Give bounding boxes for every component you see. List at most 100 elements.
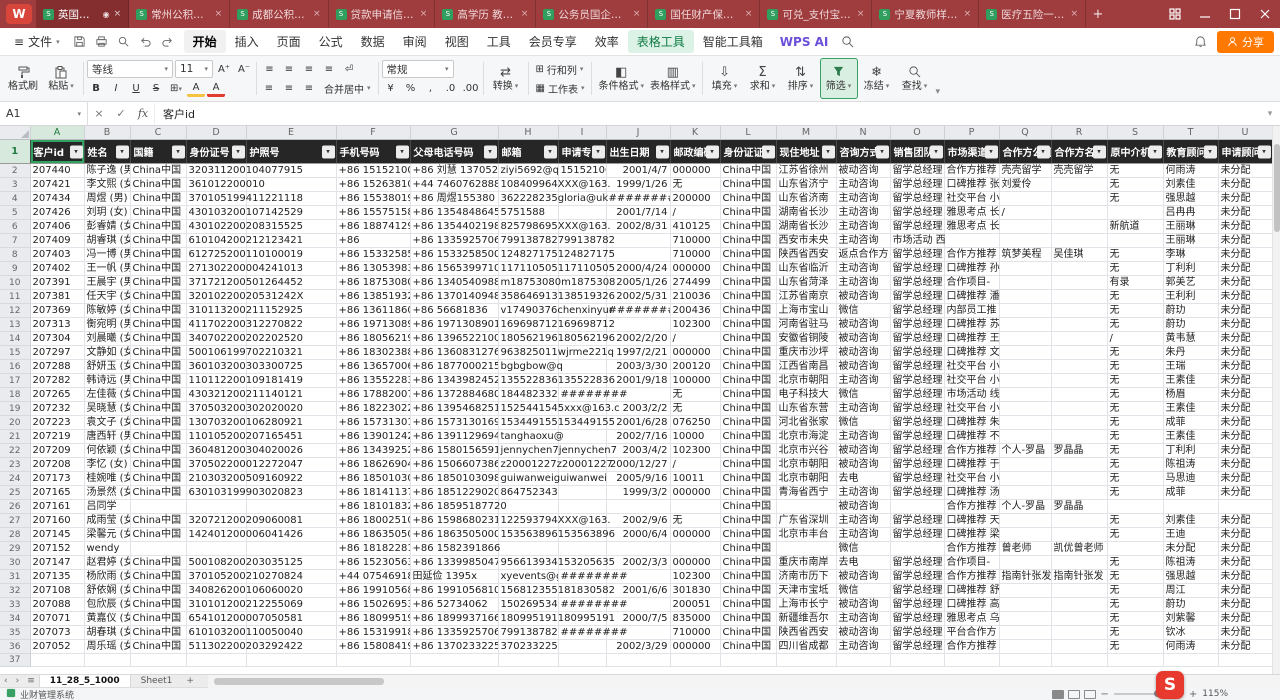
- pin-icon[interactable]: ◉: [103, 10, 110, 19]
- filter-dropdown-icon[interactable]: ▾: [396, 145, 409, 158]
- print-preview-icon[interactable]: [114, 32, 134, 52]
- cell-F28[interactable]: +86 18635050: [336, 528, 410, 542]
- cell-G6[interactable]: +86 1354402198: [410, 220, 498, 234]
- file-tab-4[interactable]: S高学历 教师.xlsx×: [435, 0, 536, 28]
- cell-T11[interactable]: 王利利: [1163, 290, 1218, 304]
- cell-D24[interactable]: 210303200509160922: [186, 472, 246, 486]
- cell-U14[interactable]: 未分配: [1218, 332, 1272, 346]
- increase-font-button[interactable]: A⁺: [215, 61, 233, 78]
- cell-G10[interactable]: +86 1340540988: [410, 276, 498, 290]
- cell-R16[interactable]: [1051, 360, 1107, 374]
- column-header-Q[interactable]: Q: [999, 126, 1051, 140]
- cell-P7[interactable]: [944, 234, 999, 248]
- cell-H16[interactable]: bgbgbow@q: [498, 360, 558, 374]
- cell-F13[interactable]: +86 19713089: [336, 318, 410, 332]
- cell-G14[interactable]: +86 1396522100: [410, 332, 498, 346]
- cell-U17[interactable]: 未分配: [1218, 374, 1272, 388]
- cell-D31[interactable]: 370105200210270824: [186, 570, 246, 584]
- cell-Q7[interactable]: [999, 234, 1051, 248]
- cell-N3[interactable]: 主动咨询: [836, 178, 890, 192]
- cell-K16[interactable]: 200120: [670, 360, 720, 374]
- search-icon[interactable]: [836, 31, 858, 53]
- cell-F20[interactable]: +86 15731301: [336, 416, 410, 430]
- cell-M28[interactable]: 北京市丰台: [776, 528, 836, 542]
- file-tab-7[interactable]: S可兑_支付宝+滴滴...×: [760, 0, 872, 28]
- vertical-scrollbar-thumb[interactable]: [1274, 144, 1280, 232]
- cell-L23[interactable]: China中国: [720, 458, 776, 472]
- cell-N27[interactable]: 主动咨询: [836, 514, 890, 528]
- cell-U26[interactable]: [1218, 500, 1272, 514]
- cell-A3[interactable]: 207421: [30, 178, 84, 192]
- cell-G9[interactable]: +86 1565399710: [410, 262, 498, 276]
- cell-Q26[interactable]: 个人-罗晶: [999, 500, 1051, 514]
- cell-U28[interactable]: 未分配: [1218, 528, 1272, 542]
- cell-F16[interactable]: +86 13657006: [336, 360, 410, 374]
- column-header-J[interactable]: J: [606, 126, 670, 140]
- cell-G32[interactable]: +86 1991056810: [410, 584, 498, 598]
- notification-bell-icon[interactable]: [1189, 31, 1211, 53]
- row-header-24[interactable]: 24: [0, 472, 30, 486]
- cell-P1[interactable]: 市场渠道▾: [944, 140, 999, 164]
- cell-K35[interactable]: 710000: [670, 626, 720, 640]
- cell-D16[interactable]: 360103200303300725: [186, 360, 246, 374]
- cell-Q1[interactable]: 合作方公司▾: [999, 140, 1051, 164]
- undo-icon[interactable]: [136, 32, 156, 52]
- row-header-36[interactable]: 36: [0, 640, 30, 654]
- borders-button[interactable]: ⊞▾: [167, 80, 185, 97]
- cell-R34[interactable]: [1051, 612, 1107, 626]
- cell-L2[interactable]: China中国: [720, 164, 776, 178]
- cell-B13[interactable]: 衡宛明 (男: [84, 318, 130, 332]
- cell-B7[interactable]: 胡睿琪 (女: [84, 234, 130, 248]
- cell-F4[interactable]: +86 15538019: [336, 192, 410, 206]
- cell-U1[interactable]: 申请顾问▾: [1218, 140, 1272, 164]
- cell-F24[interactable]: +86 18501030: [336, 472, 410, 486]
- column-header-M[interactable]: M: [776, 126, 836, 140]
- cell-O18[interactable]: 留学总经理: [890, 388, 944, 402]
- cell-N32[interactable]: 微信: [836, 584, 890, 598]
- cell-A35[interactable]: 207073: [30, 626, 84, 640]
- cell-O26[interactable]: [890, 500, 944, 514]
- cell-G8[interactable]: +86 1533258500: [410, 248, 498, 262]
- column-header-U[interactable]: U: [1218, 126, 1272, 140]
- row-header-29[interactable]: 29: [0, 542, 30, 556]
- cell-Q20[interactable]: [999, 416, 1051, 430]
- cell-T13[interactable]: 蔚玏: [1163, 318, 1218, 332]
- cell-M16[interactable]: 江西省南昌: [776, 360, 836, 374]
- cell-R30[interactable]: [1051, 556, 1107, 570]
- cell-S25[interactable]: 无: [1107, 486, 1163, 500]
- cell-C12[interactable]: China中国: [130, 304, 186, 318]
- cell-A21[interactable]: 207219: [30, 430, 84, 444]
- cell-C19[interactable]: China中国: [130, 402, 186, 416]
- cell-U7[interactable]: 未分配: [1218, 234, 1272, 248]
- menu-item-10[interactable]: 表格工具: [628, 30, 694, 53]
- cell-J10[interactable]: 2005/1/26: [606, 276, 670, 290]
- cell-O10[interactable]: 留学总经理: [890, 276, 944, 290]
- cell-C32[interactable]: China中国: [130, 584, 186, 598]
- cell-Q6[interactable]: [999, 220, 1051, 234]
- row-header-22[interactable]: 22: [0, 444, 30, 458]
- cell-O20[interactable]: 留学总经理: [890, 416, 944, 430]
- cell-G28[interactable]: +86 1863505000: [410, 528, 498, 542]
- page-layout-view-icon[interactable]: [1068, 690, 1080, 699]
- cell-P32[interactable]: 口碑推荐 舒: [944, 584, 999, 598]
- cell-G5[interactable]: +86 1354848645: [410, 206, 498, 220]
- cell-C25[interactable]: China中国: [130, 486, 186, 500]
- cell-U25[interactable]: 未分配: [1218, 486, 1272, 500]
- cell-A8[interactable]: 207403: [30, 248, 84, 262]
- cell-L33[interactable]: China中国: [720, 598, 776, 612]
- find-button[interactable]: 查找▾: [896, 58, 934, 99]
- cell-C18[interactable]: China中国: [130, 388, 186, 402]
- cell-K5[interactable]: /: [670, 206, 720, 220]
- cell-U13[interactable]: 未分配: [1218, 318, 1272, 332]
- cell-Q11[interactable]: [999, 290, 1051, 304]
- cell-U21[interactable]: 未分配: [1218, 430, 1272, 444]
- cell-F31[interactable]: +44 07546918: [336, 570, 410, 584]
- horizontal-scrollbar-thumb[interactable]: [214, 678, 384, 685]
- wrap-text-button[interactable]: ⏎: [340, 61, 358, 78]
- cell-U24[interactable]: 未分配: [1218, 472, 1272, 486]
- cell-Q16[interactable]: [999, 360, 1051, 374]
- cell-J1[interactable]: 出生日期▾: [606, 140, 670, 164]
- cell-L36[interactable]: China中国: [720, 640, 776, 654]
- cell-M21[interactable]: 北京市海淀: [776, 430, 836, 444]
- cell-G26[interactable]: +86 18595187720: [410, 500, 498, 514]
